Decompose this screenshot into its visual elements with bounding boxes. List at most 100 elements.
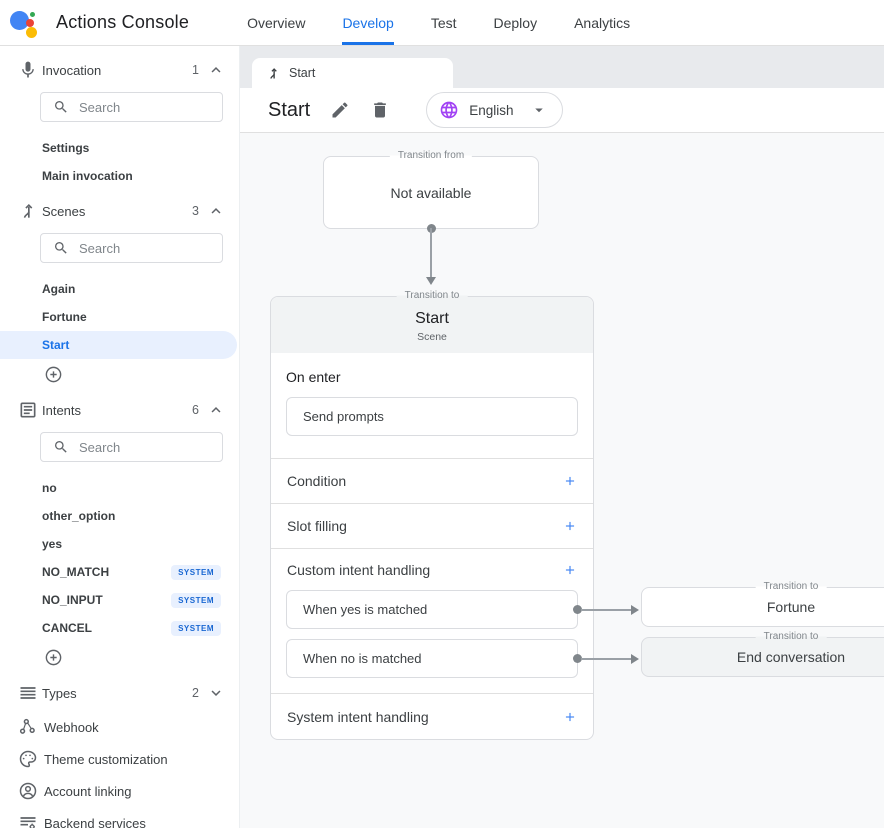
chevron-up-icon[interactable]: [207, 401, 225, 419]
add-custom-intent-button plus-icon[interactable]: [563, 563, 577, 577]
section-label: Types: [42, 686, 77, 701]
link-label: Account linking: [44, 784, 131, 799]
section-count: 6: [192, 403, 199, 417]
add-condition-button plus-icon[interactable]: [563, 474, 577, 488]
scene-card: Transition to Start Scene On enter Send …: [270, 296, 594, 740]
sidebar-item-other-option[interactable]: other_option: [0, 502, 239, 530]
tab-start[interactable]: Start: [252, 58, 453, 88]
search-icon: [53, 240, 69, 256]
section-invocation[interactable]: Invocation 1: [0, 52, 239, 88]
nav-tab-test[interactable]: Test: [431, 0, 457, 45]
intents-search-input[interactable]: [79, 440, 214, 455]
globe-icon: [439, 100, 459, 120]
add-intent-button[interactable]: [0, 642, 239, 672]
connector-arrowhead: [631, 654, 639, 664]
sidebar-item-main-invocation[interactable]: Main invocation: [0, 162, 239, 190]
sidebar-item-fortune[interactable]: Fortune: [0, 303, 239, 331]
intent-handler-label: When no is matched: [303, 651, 422, 666]
section-label: Intents: [42, 403, 81, 418]
sidebar-item-start[interactable]: Start: [0, 331, 237, 359]
section-label: Invocation: [42, 63, 101, 78]
on-enter-label: On enter: [286, 369, 578, 385]
transition-from-value: Not available: [391, 185, 472, 201]
connector-line: [581, 609, 631, 611]
link-label: Webhook: [44, 720, 99, 735]
custom-intent-section: Custom intent handling When yes is match…: [271, 548, 593, 693]
chevron-up-icon[interactable]: [207, 202, 225, 220]
language-selector[interactable]: English: [426, 92, 562, 128]
backend-services-icon: [18, 813, 38, 828]
sidebar-link-theme-customization[interactable]: Theme customization: [0, 743, 239, 775]
section-count: 1: [192, 63, 199, 77]
intent-label: NO_INPUT: [42, 593, 103, 607]
section-types[interactable]: Types 2: [0, 675, 239, 711]
sidebar-link-account-linking[interactable]: Account linking: [0, 775, 239, 807]
connector-line: [581, 658, 631, 660]
intent-handler-yes[interactable]: When yes is matched: [286, 590, 578, 629]
system-badge: SYSTEM: [171, 621, 221, 636]
add-slot-button plus-icon[interactable]: [563, 519, 577, 533]
palette-icon: [18, 749, 38, 769]
scenes-search-input[interactable]: [79, 241, 214, 256]
add-circle-icon: [44, 365, 63, 384]
sidebar-link-webhook[interactable]: Webhook: [0, 711, 239, 743]
sidebar-item-cancel[interactable]: CANCEL SYSTEM: [0, 614, 239, 642]
transition-to-legend: Transition to: [756, 581, 827, 592]
transition-to-fortune-box[interactable]: Transition to Fortune: [641, 587, 884, 627]
sidebar-item-again[interactable]: Again: [0, 275, 239, 303]
nav-tab-deploy[interactable]: Deploy: [494, 0, 538, 45]
condition-label: Condition: [287, 473, 346, 489]
system-badge: SYSTEM: [171, 593, 221, 608]
types-icon: [18, 683, 38, 703]
tab-label: Start: [289, 66, 315, 80]
sidebar-item-settings[interactable]: Settings: [0, 134, 239, 162]
system-intent-label: System intent handling: [287, 709, 429, 725]
intents-icon: [18, 400, 38, 420]
sidebar-item-yes[interactable]: yes: [0, 530, 239, 558]
section-count: 2: [192, 686, 199, 700]
sidebar-item-no[interactable]: no: [0, 474, 239, 502]
intents-search: [40, 432, 223, 462]
scenes-icon: [18, 201, 38, 221]
scene-toolbar: Start English: [240, 88, 884, 133]
nav-tab-analytics[interactable]: Analytics: [574, 0, 630, 45]
slot-filling-section: Slot filling: [271, 503, 593, 548]
scene-canvas: Transition from Not available Transition…: [240, 133, 884, 828]
transition-from-legend: Transition from: [390, 150, 472, 161]
nav-tab-overview[interactable]: Overview: [247, 0, 305, 45]
edit-icon[interactable]: [330, 100, 350, 120]
search-icon: [53, 99, 69, 115]
top-nav: Overview Develop Test Deploy Analytics: [247, 0, 630, 45]
invocation-search: [40, 92, 223, 122]
nav-tab-develop[interactable]: Develop: [342, 0, 393, 45]
intent-label: CANCEL: [42, 621, 92, 635]
delete-icon[interactable]: [370, 100, 390, 120]
chevron-down-icon[interactable]: [207, 684, 225, 702]
account-icon: [18, 781, 38, 801]
search-icon: [53, 439, 69, 455]
main-panel: Start Start English Transition from Not …: [240, 46, 884, 828]
transition-to-end-box[interactable]: Transition to End conversation: [641, 637, 884, 677]
sidebar-link-backend-services[interactable]: Backend services: [0, 807, 239, 828]
left-sidebar: Invocation 1 Settings Main invocation Sc…: [0, 46, 240, 828]
section-scenes[interactable]: Scenes 3: [0, 193, 239, 229]
sidebar-item-no-input[interactable]: NO_INPUT SYSTEM: [0, 586, 239, 614]
transition-from-box: Transition from Not available: [323, 156, 539, 229]
link-label: Theme customization: [44, 752, 168, 767]
sidebar-item-no-match[interactable]: NO_MATCH SYSTEM: [0, 558, 239, 586]
on-enter-section: On enter Send prompts: [271, 353, 593, 458]
app-title: Actions Console: [56, 12, 189, 33]
chevron-up-icon[interactable]: [207, 61, 225, 79]
add-scene-button[interactable]: [0, 359, 239, 389]
add-system-intent-button plus-icon[interactable]: [563, 710, 577, 724]
section-intents[interactable]: Intents 6: [0, 392, 239, 428]
system-intent-section: System intent handling: [271, 693, 593, 739]
custom-intent-label: Custom intent handling: [287, 562, 430, 578]
intent-handler-no[interactable]: When no is matched: [286, 639, 578, 678]
send-prompts-item[interactable]: Send prompts: [286, 397, 578, 436]
intent-label: NO_MATCH: [42, 565, 109, 579]
invocation-search-input[interactable]: [79, 100, 214, 115]
system-badge: SYSTEM: [171, 565, 221, 580]
language-label: English: [469, 103, 513, 118]
slot-filling-label: Slot filling: [287, 518, 347, 534]
